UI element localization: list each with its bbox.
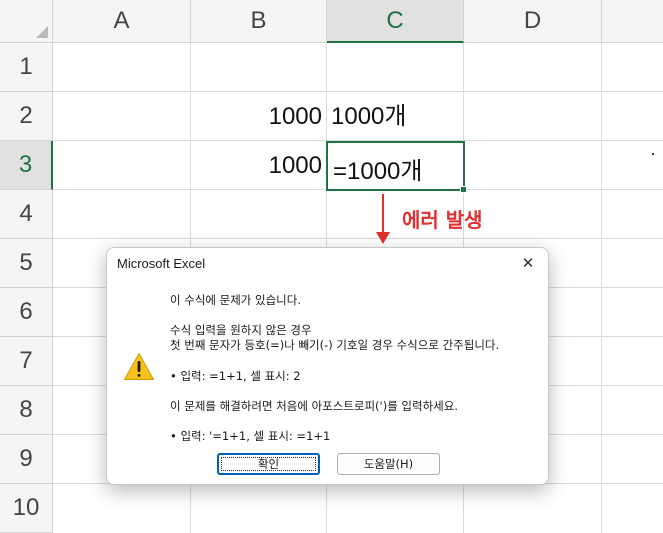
annotation-arrow-down-icon	[376, 232, 390, 244]
dialog-message-line-6: • 입력: '=1+1, 셀 표시: =1+1	[170, 429, 331, 443]
row-header-9[interactable]: 9	[0, 435, 53, 484]
column-header-d[interactable]: D	[464, 0, 602, 43]
cell-b2[interactable]: 1000	[269, 102, 322, 132]
row-header-6[interactable]: 6	[0, 288, 53, 337]
dialog-title: Microsoft Excel	[117, 256, 206, 271]
row-header-4[interactable]: 4	[0, 190, 53, 239]
error-annotation-label: 에러 발생	[402, 208, 483, 232]
row-header-1[interactable]: 1	[0, 43, 53, 92]
warning-icon	[124, 353, 154, 380]
dialog-message-line-2: 수식 입력을 원하지 않은 경우	[170, 323, 312, 337]
row-header-5[interactable]: 5	[0, 239, 53, 288]
column-header-c[interactable]: C	[327, 0, 464, 43]
dialog-message-line-1: 이 수식에 문제가 있습니다.	[170, 293, 302, 307]
help-button-label: 도움말(H)	[363, 457, 414, 471]
stray-mark	[652, 153, 654, 155]
close-icon[interactable]: ✕	[516, 252, 540, 274]
excel-error-dialog: Microsoft Excel ✕ 이 수식에 문제가 있습니다. 수식 입력을…	[106, 247, 549, 485]
cell-c2[interactable]: 1000개	[331, 102, 406, 132]
dialog-message-line-5: 이 문제를 해결하려면 처음에 아포스트로피(')를 입력하세요.	[170, 399, 458, 413]
annotation-arrow-shaft	[382, 194, 384, 234]
focus-ring	[221, 457, 316, 471]
row-header-2[interactable]: 2	[0, 92, 53, 141]
cell-b3[interactable]: 1000	[269, 151, 322, 181]
select-all-triangle-icon	[36, 26, 48, 38]
row-header-3[interactable]: 3	[0, 141, 53, 190]
select-all-corner[interactable]	[0, 0, 53, 43]
active-cell-border	[326, 141, 465, 191]
column-header-a[interactable]: A	[53, 0, 191, 43]
dialog-message-line-3: 첫 번째 문자가 등호(=)나 빼기(-) 기호일 경우 수식으로 간주됩니다.	[170, 338, 500, 352]
column-header-b[interactable]: B	[191, 0, 327, 43]
row-header-8[interactable]: 8	[0, 386, 53, 435]
fill-handle[interactable]	[460, 186, 467, 193]
dialog-message-line-4: • 입력: =1+1, 셀 표시: 2	[170, 369, 301, 383]
column-header-e-partial[interactable]	[602, 0, 663, 43]
row-header-7[interactable]: 7	[0, 337, 53, 386]
gridline-horizontal	[53, 91, 663, 92]
help-button[interactable]: 도움말(H)	[337, 453, 440, 475]
row-header-10[interactable]: 10	[0, 484, 53, 533]
ok-button[interactable]: 확인	[217, 453, 320, 475]
gridline-horizontal	[53, 238, 663, 239]
gridline-vertical	[601, 43, 602, 533]
